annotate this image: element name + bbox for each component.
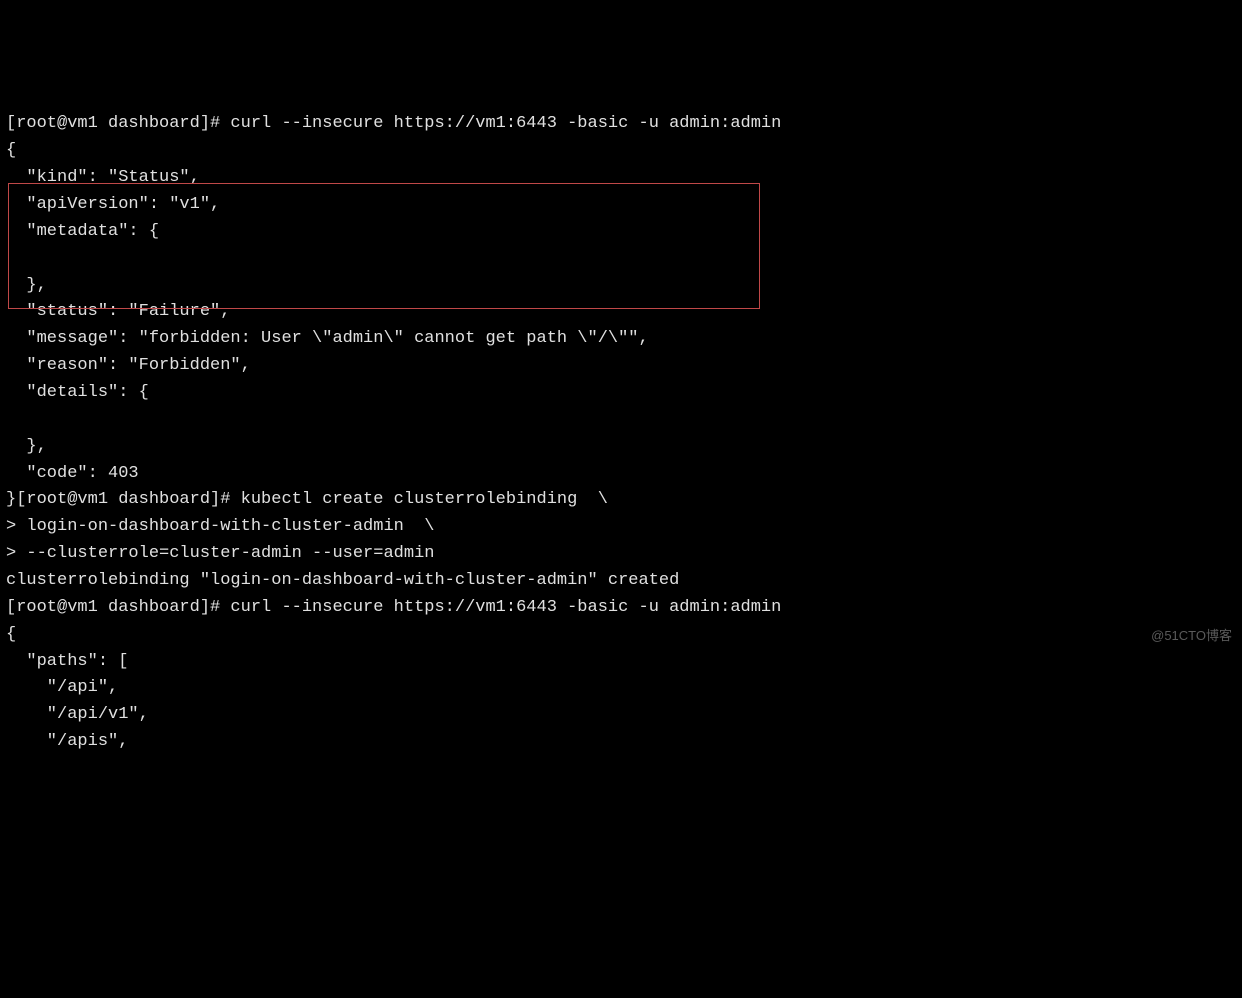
- line-16: > login-on-dashboard-with-cluster-admin …: [6, 517, 434, 536]
- line-18: clusterrolebinding "login-on-dashboard-w…: [6, 571, 679, 590]
- line-05: "metadata": {: [6, 222, 159, 241]
- line-20: {: [6, 625, 16, 644]
- line-12: [6, 410, 47, 429]
- line-19: [root@vm1 dashboard]# curl --insecure ht…: [6, 598, 781, 617]
- line-13: },: [6, 437, 47, 456]
- line-14: "code": 403: [6, 464, 139, 483]
- line-21: "paths": [: [6, 652, 128, 671]
- watermark-text: @51CTO博客: [1151, 626, 1232, 647]
- line-04: "apiVersion": "v1",: [6, 195, 220, 214]
- line-22: "/api",: [6, 678, 118, 697]
- line-10: "reason": "Forbidden",: [6, 356, 251, 375]
- terminal-output[interactable]: [root@vm1 dashboard]# curl --insecure ht…: [6, 111, 1236, 756]
- line-23: "/api/v1",: [6, 705, 149, 724]
- line-08: "status": "Failure",: [6, 302, 230, 321]
- line-03: "kind": "Status",: [6, 168, 200, 187]
- line-06: [6, 249, 47, 268]
- line-11: "details": {: [6, 383, 149, 402]
- line-07: },: [6, 276, 47, 295]
- line-17: > --clusterrole=cluster-admin --user=adm…: [6, 544, 434, 563]
- line-02: {: [6, 141, 16, 160]
- line-01: [root@vm1 dashboard]# curl --insecure ht…: [6, 114, 781, 133]
- line-09: "message": "forbidden: User \"admin\" ca…: [6, 329, 649, 348]
- line-15: }[root@vm1 dashboard]# kubectl create cl…: [6, 490, 608, 509]
- line-24: "/apis",: [6, 732, 128, 751]
